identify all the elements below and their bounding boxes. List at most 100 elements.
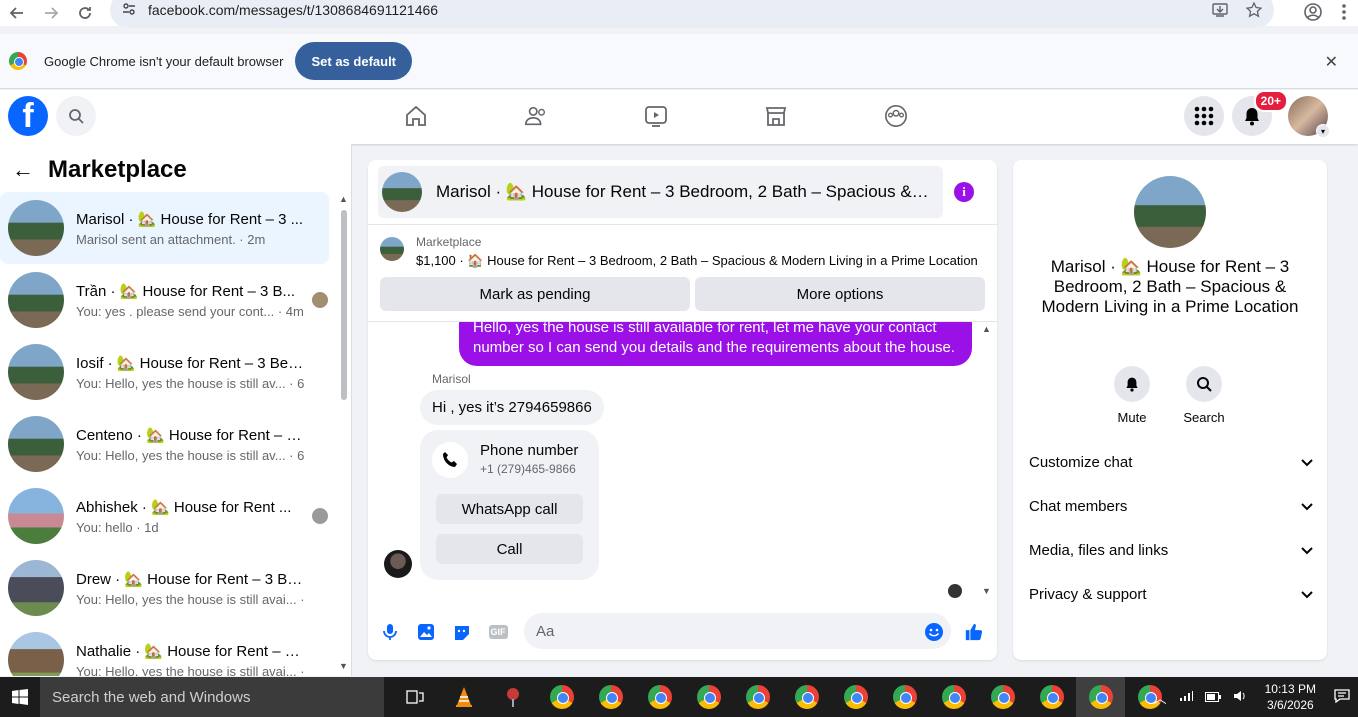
site-info-icon[interactable]: [122, 2, 136, 19]
account-avatar[interactable]: ▾: [1288, 96, 1330, 138]
seen-avatar: [312, 508, 328, 524]
notifications-bell-icon[interactable]: 20+: [1232, 90, 1288, 136]
taskbar-clock[interactable]: 10:13 PM 3/6/2026: [1265, 681, 1316, 713]
scroll-down-icon[interactable]: ▼: [339, 661, 348, 671]
chrome-icon[interactable]: [1076, 677, 1125, 717]
whatsapp-call-button[interactable]: WhatsApp call: [436, 494, 583, 524]
conversation-item[interactable]: Centeno · 🏡 House for Rent – 3... You: H…: [0, 408, 329, 480]
mark-as-pending-button[interactable]: Mark as pending: [380, 277, 690, 311]
conversation-item[interactable]: Drew · 🏡 House for Rent – 3 Be... You: H…: [0, 552, 329, 624]
conversation-item[interactable]: Abhishek · 🏡 House for Rent ... You: hel…: [0, 480, 329, 552]
scroll-down-icon[interactable]: ▼: [982, 586, 991, 596]
chrome-icon[interactable]: [782, 677, 831, 717]
bell-icon: [1114, 366, 1150, 402]
taskbar-search-input[interactable]: Search the web and Windows: [40, 677, 384, 717]
install-app-icon[interactable]: [1212, 2, 1228, 21]
sender-name: Marisol: [432, 372, 471, 386]
chrome-icon[interactable]: [586, 677, 635, 717]
conversation-item[interactable]: Trần · 🏡 House for Rent – 3 B... You: ye…: [0, 264, 329, 336]
volume-icon[interactable]: [1233, 690, 1247, 705]
back-arrow-icon[interactable]: ←: [12, 157, 34, 183]
more-options-button[interactable]: More options: [695, 277, 985, 311]
scroll-up-icon[interactable]: ▲: [982, 324, 991, 334]
read-receipt-avatar: [948, 584, 962, 598]
conversation-item[interactable]: Marisol · 🏡 House for Rent – 3 ... Maris…: [0, 192, 329, 264]
chrome-icon[interactable]: [880, 677, 929, 717]
home-icon[interactable]: [404, 102, 428, 130]
address-bar[interactable]: facebook.com/messages/t/1308684691121466: [110, 0, 1274, 28]
accordion-privacy-support[interactable]: Privacy & support: [1029, 576, 1313, 612]
facebook-logo-icon[interactable]: f: [8, 96, 48, 136]
set-as-default-button[interactable]: Set as default: [295, 42, 413, 80]
chrome-icon[interactable]: [684, 677, 733, 717]
mute-button[interactable]: Mute: [1102, 366, 1162, 425]
chrome-menu-icon[interactable]: [1342, 3, 1346, 24]
conversation-name: Trần · 🏡 House for Rent – 3 B...: [76, 282, 296, 300]
chat-header[interactable]: Marisol · 🏡 House for Rent – 3 Bedroom, …: [378, 166, 943, 218]
conversation-item[interactable]: Iosif · 🏡 House for Rent – 3 Bed... You:…: [0, 336, 329, 408]
video-icon[interactable]: [644, 102, 668, 130]
accordion-customize-chat[interactable]: Customize chat: [1029, 444, 1313, 480]
profile-icon[interactable]: [1304, 3, 1322, 24]
close-icon[interactable]: ✕: [1325, 52, 1338, 72]
conversation-item[interactable]: Nathalie · 🏡 House for Rent – 3... You: …: [0, 624, 329, 676]
avatar: [8, 344, 64, 400]
marketplace-icon[interactable]: [764, 102, 788, 130]
search-button[interactable]: Search: [1174, 366, 1234, 425]
like-thumb-icon[interactable]: [964, 622, 984, 642]
listing-description[interactable]: $1,100 · 🏠 House for Rent – 3 Bedroom, 2…: [416, 253, 978, 269]
friends-icon[interactable]: [524, 102, 548, 130]
message-input[interactable]: Aa: [524, 613, 951, 649]
conversation-last-message: You: Hello, yes the house is still avai.…: [76, 591, 304, 607]
chevron-up-icon[interactable]: ︿: [1154, 688, 1167, 707]
back-arrow-icon[interactable]: [6, 2, 28, 24]
chat-panel: Marisol · 🏡 House for Rent – 3 Bedroom, …: [368, 160, 997, 660]
accordion-label: Customize chat: [1029, 453, 1133, 471]
menu-grid-icon[interactable]: [1184, 96, 1224, 136]
chevron-down-icon: [1301, 542, 1313, 559]
accordion-chat-members[interactable]: Chat members: [1029, 488, 1313, 524]
photo-icon[interactable]: [416, 622, 436, 642]
chrome-icon[interactable]: [733, 677, 782, 717]
forward-arrow-icon[interactable]: [40, 2, 62, 24]
gif-icon[interactable]: GIF: [488, 622, 508, 642]
chrome-icon[interactable]: [1027, 677, 1076, 717]
network-icon[interactable]: [1179, 690, 1193, 705]
vlc-icon[interactable]: [439, 677, 488, 717]
windows-start-icon[interactable]: [0, 677, 40, 717]
search-icon: [1186, 366, 1222, 402]
call-button[interactable]: Call: [436, 534, 583, 564]
info-icon[interactable]: i: [954, 182, 974, 202]
sticker-icon[interactable]: [452, 622, 472, 642]
listing-thumbnail[interactable]: [380, 237, 404, 261]
emoji-icon[interactable]: [924, 622, 944, 642]
clock-date: 3/6/2026: [1266, 698, 1314, 712]
scroll-up-icon[interactable]: ▲: [339, 194, 348, 204]
conversation-name: Iosif · 🏡 House for Rent – 3 Bed...: [76, 354, 304, 372]
task-view-icon[interactable]: [390, 677, 439, 717]
accordion-label: Privacy & support: [1029, 585, 1147, 603]
infobar-message: Google Chrome isn't your default browser: [44, 53, 284, 69]
app-icon[interactable]: [488, 677, 537, 717]
chrome-icon[interactable]: [831, 677, 880, 717]
action-center-icon[interactable]: [1334, 688, 1350, 706]
bookmark-star-icon[interactable]: [1245, 1, 1263, 21]
chrome-icon[interactable]: [929, 677, 978, 717]
microphone-icon[interactable]: [380, 622, 400, 642]
reload-icon[interactable]: [74, 2, 96, 24]
sidebar-scrollbar[interactable]: [341, 210, 347, 400]
avatar: [8, 488, 64, 544]
conversation-name: Centeno · 🏡 House for Rent – 3...: [76, 426, 304, 444]
chrome-icon[interactable]: [978, 677, 1027, 717]
battery-icon[interactable]: [1204, 690, 1221, 705]
chrome-icon[interactable]: [537, 677, 586, 717]
search-icon[interactable]: [56, 96, 96, 136]
chat-title: Marisol · 🏡 House for Rent – 3 Bedroom, …: [436, 182, 931, 201]
windows-taskbar: Search the web and Windows ︿ 10:13 PM 3/…: [0, 677, 1358, 717]
message-thread: Hello, yes the house is still available …: [368, 322, 997, 600]
accordion-label: Media, files and links: [1029, 541, 1169, 559]
marketplace-sidebar: ← Marketplace Marisol · 🏡 House for Rent…: [0, 144, 352, 676]
chrome-icon[interactable]: [635, 677, 684, 717]
accordion-media-files-links[interactable]: Media, files and links: [1029, 532, 1313, 568]
groups-icon[interactable]: [884, 102, 908, 130]
